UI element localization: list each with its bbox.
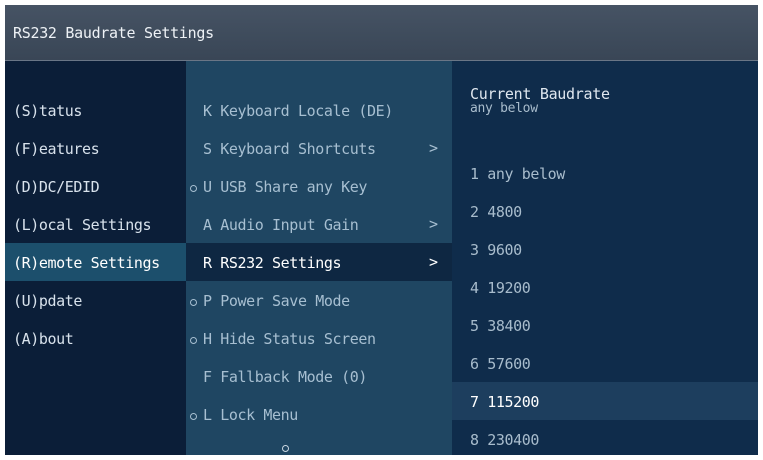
main-menu-item-label: (U)pdate bbox=[13, 292, 83, 310]
submenu-item[interactable]: H Hide Status Screen bbox=[186, 319, 452, 357]
baudrate-option[interactable]: 1 any below bbox=[452, 154, 758, 192]
submenu-item-label: K Keyboard Locale (DE) bbox=[203, 102, 393, 120]
main-menu-item[interactable]: (F)eatures bbox=[5, 129, 186, 167]
submenu-item[interactable]: U USB Share any Key bbox=[186, 167, 452, 205]
submenu-item-label: R RS232 Settings bbox=[203, 254, 342, 272]
main-menu-item[interactable]: (A)bout bbox=[5, 319, 186, 357]
submenu-item[interactable]: F Fallback Mode (0) bbox=[186, 357, 452, 395]
baudrate-panel: Current Baudrate any below 1 any below 2 … bbox=[452, 61, 758, 455]
baudrate-option-label: 5 38400 bbox=[470, 317, 531, 335]
baudrate-option-label: 4 19200 bbox=[470, 279, 531, 297]
current-baudrate-value: any below bbox=[470, 101, 538, 116]
baudrate-option-label: 6 57600 bbox=[470, 355, 531, 373]
submenu-item[interactable]: S Keyboard Shortcuts > bbox=[186, 129, 452, 167]
submenu-item-label: H Hide Status Screen bbox=[203, 330, 376, 348]
baudrate-option[interactable]: 4 19200 bbox=[452, 268, 758, 306]
submenu-item-label: P Power Save Mode bbox=[203, 292, 350, 310]
baudrate-option[interactable]: 6 57600 bbox=[452, 344, 758, 382]
main-menu-item-label: (A)bout bbox=[13, 330, 74, 348]
baudrate-option-label: 1 any below bbox=[470, 165, 565, 183]
submenu-item[interactable]: P Power Save Mode bbox=[186, 281, 452, 319]
baudrate-option-label: 2 4800 bbox=[470, 203, 522, 221]
option-bullet-icon bbox=[190, 413, 197, 420]
main-menu: (S)tatus (F)eatures (D)DC/EDID (L)ocal Sett… bbox=[5, 61, 186, 455]
chevron-right-icon: > bbox=[428, 139, 438, 157]
baudrate-option[interactable]: 3 9600 bbox=[452, 230, 758, 268]
option-bullet-icon bbox=[190, 337, 197, 344]
submenu-item-label: S Keyboard Shortcuts bbox=[203, 140, 376, 158]
remote-settings-submenu: K Keyboard Locale (DE) S Keyboard Shortcu… bbox=[186, 61, 452, 455]
scroll-more-icon[interactable] bbox=[282, 445, 289, 452]
main-menu-item[interactable]: (R)emote Settings bbox=[5, 243, 186, 281]
submenu-item-label: L Lock Menu bbox=[203, 406, 298, 424]
main-menu-item-label: (S)tatus bbox=[13, 102, 83, 120]
submenu-item-label: F Fallback Mode (0) bbox=[203, 368, 367, 386]
submenu-item[interactable]: L Lock Menu bbox=[186, 395, 452, 433]
main-menu-item[interactable]: (D)DC/EDID bbox=[5, 167, 186, 205]
baudrate-option-label: 3 9600 bbox=[470, 241, 522, 259]
submenu-item-label: U USB Share any Key bbox=[203, 178, 367, 196]
main-menu-item[interactable]: (U)pdate bbox=[5, 281, 186, 319]
submenu-item[interactable]: R RS232 Settings > bbox=[186, 243, 452, 281]
window-title: RS232 Baudrate Settings bbox=[13, 24, 214, 42]
option-bullet-icon bbox=[190, 299, 197, 306]
submenu-item-label: A Audio Input Gain bbox=[203, 216, 359, 234]
main-menu-item[interactable]: (S)tatus bbox=[5, 91, 186, 129]
option-bullet-icon bbox=[190, 185, 197, 192]
main-menu-item-label: (D)DC/EDID bbox=[13, 178, 100, 196]
chevron-right-icon: > bbox=[428, 215, 438, 233]
baudrate-option[interactable]: 2 4800 bbox=[452, 192, 758, 230]
baudrate-option[interactable]: 7 115200 bbox=[452, 382, 758, 420]
main-menu-item-label: (R)emote Settings bbox=[13, 254, 160, 272]
main-menu-item-label: (F)eatures bbox=[13, 140, 100, 158]
baudrate-option[interactable]: 5 38400 bbox=[452, 306, 758, 344]
kvm-osd-screen: RS232 Baudrate Settings (S)tatus (F)eatur… bbox=[5, 5, 758, 455]
chevron-right-icon: > bbox=[428, 253, 438, 271]
main-menu-item[interactable]: (L)ocal Settings bbox=[5, 205, 186, 243]
submenu-item[interactable]: K Keyboard Locale (DE) bbox=[186, 91, 452, 129]
baudrate-option[interactable]: 8 230400 bbox=[452, 420, 758, 455]
baudrate-option-label: 8 230400 bbox=[470, 431, 540, 449]
title-bar: RS232 Baudrate Settings bbox=[5, 5, 758, 61]
submenu-item[interactable]: A Audio Input Gain > bbox=[186, 205, 452, 243]
main-menu-item-label: (L)ocal Settings bbox=[13, 216, 152, 234]
baudrate-option-label: 7 115200 bbox=[470, 393, 540, 411]
